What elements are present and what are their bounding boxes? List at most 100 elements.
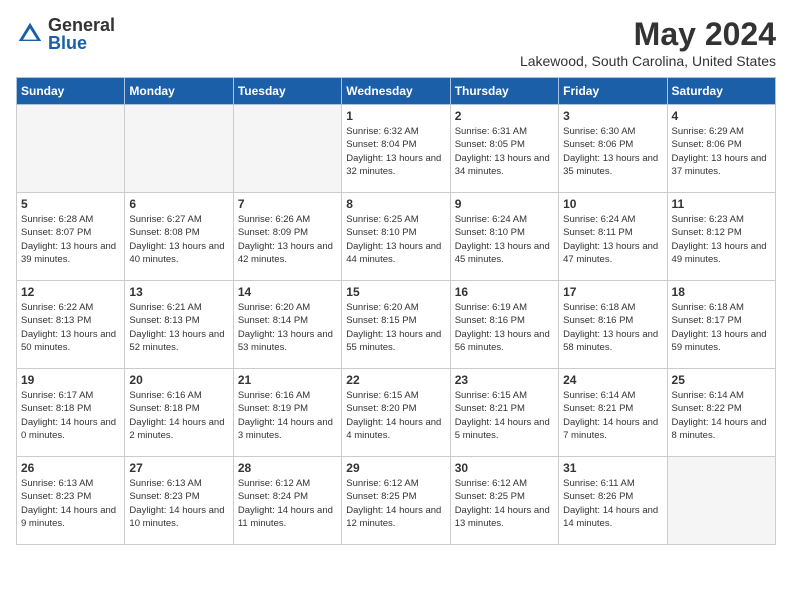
- day-number: 8: [346, 197, 445, 211]
- calendar-day: [233, 105, 341, 193]
- calendar-day: 18Sunrise: 6:18 AMSunset: 8:17 PMDayligh…: [667, 281, 775, 369]
- day-info: Sunrise: 6:11 AMSunset: 8:26 PMDaylight:…: [563, 477, 662, 530]
- day-number: 20: [129, 373, 228, 387]
- day-info: Sunrise: 6:21 AMSunset: 8:13 PMDaylight:…: [129, 301, 228, 354]
- day-info: Sunrise: 6:12 AMSunset: 8:25 PMDaylight:…: [455, 477, 554, 530]
- day-info: Sunrise: 6:20 AMSunset: 8:15 PMDaylight:…: [346, 301, 445, 354]
- calendar-day: 2Sunrise: 6:31 AMSunset: 8:05 PMDaylight…: [450, 105, 558, 193]
- calendar-day: [667, 457, 775, 545]
- calendar-day: 27 Sunrise: 6:13 AMSunset: 8:23 PMDayligh…: [125, 457, 233, 545]
- header-sunday: Sunday: [17, 78, 125, 105]
- day-number: 29: [346, 461, 445, 475]
- day-info: Sunrise: 6:29 AMSunset: 8:06 PMDaylight:…: [672, 125, 771, 178]
- calendar-day: 24 Sunrise: 6:14 AMSunset: 8:21 PMDayligh…: [559, 369, 667, 457]
- header-saturday: Saturday: [667, 78, 775, 105]
- header-monday: Monday: [125, 78, 233, 105]
- calendar-day: 30 Sunrise: 6:12 AMSunset: 8:25 PMDayligh…: [450, 457, 558, 545]
- calendar-day: 7Sunrise: 6:26 AMSunset: 8:09 PMDaylight…: [233, 193, 341, 281]
- day-info: Sunrise: 6:31 AMSunset: 8:05 PMDaylight:…: [455, 125, 554, 178]
- day-number: 12: [21, 285, 120, 299]
- day-number: 18: [672, 285, 771, 299]
- day-info: Sunrise: 6:15 AMSunset: 8:20 PMDaylight:…: [346, 389, 445, 442]
- day-number: 25: [672, 373, 771, 387]
- day-number: 30: [455, 461, 554, 475]
- calendar-day: 31 Sunrise: 6:11 AMSunset: 8:26 PMDayligh…: [559, 457, 667, 545]
- day-info: Sunrise: 6:23 AMSunset: 8:12 PMDaylight:…: [672, 213, 771, 266]
- calendar-day: [17, 105, 125, 193]
- day-info: Sunrise: 6:12 AMSunset: 8:24 PMDaylight:…: [238, 477, 337, 530]
- calendar-day: 10 Sunrise: 6:24 AMSunset: 8:11 PMDayligh…: [559, 193, 667, 281]
- calendar-day: 15 Sunrise: 6:20 AMSunset: 8:15 PMDayligh…: [342, 281, 450, 369]
- page-header: General Blue May 2024 Lakewood, South Ca…: [16, 16, 776, 69]
- calendar-week-row: 12 Sunrise: 6:22 AMSunset: 8:13 PMDayligh…: [17, 281, 776, 369]
- day-number: 3: [563, 109, 662, 123]
- day-info: Sunrise: 6:13 AMSunset: 8:23 PMDaylight:…: [129, 477, 228, 530]
- day-info: Sunrise: 6:15 AMSunset: 8:21 PMDaylight:…: [455, 389, 554, 442]
- calendar-day: 6 Sunrise: 6:27 AMSunset: 8:08 PMDaylight…: [125, 193, 233, 281]
- calendar-day: 19 Sunrise: 6:17 AMSunset: 8:18 PMDayligh…: [17, 369, 125, 457]
- calendar-day: 28 Sunrise: 6:12 AMSunset: 8:24 PMDayligh…: [233, 457, 341, 545]
- calendar-week-row: 19 Sunrise: 6:17 AMSunset: 8:18 PMDayligh…: [17, 369, 776, 457]
- day-info: Sunrise: 6:32 AMSunset: 8:04 PMDaylight:…: [346, 125, 445, 178]
- calendar-table: Sunday Monday Tuesday Wednesday Thursday…: [16, 77, 776, 545]
- calendar-day: 23Sunrise: 6:15 AMSunset: 8:21 PMDayligh…: [450, 369, 558, 457]
- day-info: Sunrise: 6:27 AMSunset: 8:08 PMDaylight:…: [129, 213, 228, 266]
- calendar-day: 14 Sunrise: 6:20 AMSunset: 8:14 PMDayligh…: [233, 281, 341, 369]
- day-info: Sunrise: 6:22 AMSunset: 8:13 PMDaylight:…: [21, 301, 120, 354]
- day-info: Sunrise: 6:26 AMSunset: 8:09 PMDaylight:…: [238, 213, 337, 266]
- day-info: Sunrise: 6:20 AMSunset: 8:14 PMDaylight:…: [238, 301, 337, 354]
- day-info: Sunrise: 6:28 AMSunset: 8:07 PMDaylight:…: [21, 213, 120, 266]
- calendar-week-row: 1 Sunrise: 6:32 AMSunset: 8:04 PMDaylight…: [17, 105, 776, 193]
- day-info: Sunrise: 6:14 AMSunset: 8:21 PMDaylight:…: [563, 389, 662, 442]
- day-number: 22: [346, 373, 445, 387]
- calendar-day: 1 Sunrise: 6:32 AMSunset: 8:04 PMDaylight…: [342, 105, 450, 193]
- calendar-week-row: 26 Sunrise: 6:13 AMSunset: 8:23 PMDayligh…: [17, 457, 776, 545]
- location: Lakewood, South Carolina, United States: [520, 53, 776, 69]
- day-number: 31: [563, 461, 662, 475]
- day-number: 14: [238, 285, 337, 299]
- calendar-header: Sunday Monday Tuesday Wednesday Thursday…: [17, 78, 776, 105]
- calendar-day: 25Sunrise: 6:14 AMSunset: 8:22 PMDayligh…: [667, 369, 775, 457]
- header-friday: Friday: [559, 78, 667, 105]
- day-number: 11: [672, 197, 771, 211]
- day-info: Sunrise: 6:12 AMSunset: 8:25 PMDaylight:…: [346, 477, 445, 530]
- weekday-header-row: Sunday Monday Tuesday Wednesday Thursday…: [17, 78, 776, 105]
- day-info: Sunrise: 6:30 AMSunset: 8:06 PMDaylight:…: [563, 125, 662, 178]
- title-block: May 2024 Lakewood, South Carolina, Unite…: [520, 16, 776, 69]
- day-number: 4: [672, 109, 771, 123]
- day-info: Sunrise: 6:16 AMSunset: 8:18 PMDaylight:…: [129, 389, 228, 442]
- day-number: 28: [238, 461, 337, 475]
- day-number: 13: [129, 285, 228, 299]
- day-number: 9: [455, 197, 554, 211]
- day-number: 15: [346, 285, 445, 299]
- calendar-day: 13 Sunrise: 6:21 AMSunset: 8:13 PMDayligh…: [125, 281, 233, 369]
- day-info: Sunrise: 6:24 AMSunset: 8:10 PMDaylight:…: [455, 213, 554, 266]
- day-number: 27: [129, 461, 228, 475]
- day-info: Sunrise: 6:13 AMSunset: 8:23 PMDaylight:…: [21, 477, 120, 530]
- day-number: 10: [563, 197, 662, 211]
- day-number: 6: [129, 197, 228, 211]
- day-info: Sunrise: 6:18 AMSunset: 8:16 PMDaylight:…: [563, 301, 662, 354]
- calendar-day: 12 Sunrise: 6:22 AMSunset: 8:13 PMDayligh…: [17, 281, 125, 369]
- calendar-day: 11 Sunrise: 6:23 AMSunset: 8:12 PMDayligh…: [667, 193, 775, 281]
- day-number: 1: [346, 109, 445, 123]
- header-tuesday: Tuesday: [233, 78, 341, 105]
- day-number: 26: [21, 461, 120, 475]
- day-number: 19: [21, 373, 120, 387]
- logo-icon: [16, 20, 44, 48]
- month-year: May 2024: [520, 16, 776, 53]
- calendar-day: 5Sunrise: 6:28 AMSunset: 8:07 PMDaylight…: [17, 193, 125, 281]
- day-number: 17: [563, 285, 662, 299]
- logo-text: General Blue: [48, 16, 115, 52]
- day-number: 24: [563, 373, 662, 387]
- calendar-day: 16Sunrise: 6:19 AMSunset: 8:16 PMDayligh…: [450, 281, 558, 369]
- calendar-day: 17 Sunrise: 6:18 AMSunset: 8:16 PMDayligh…: [559, 281, 667, 369]
- calendar-day: 20 Sunrise: 6:16 AMSunset: 8:18 PMDayligh…: [125, 369, 233, 457]
- day-number: 21: [238, 373, 337, 387]
- day-info: Sunrise: 6:17 AMSunset: 8:18 PMDaylight:…: [21, 389, 120, 442]
- day-info: Sunrise: 6:24 AMSunset: 8:11 PMDaylight:…: [563, 213, 662, 266]
- calendar-day: 8 Sunrise: 6:25 AMSunset: 8:10 PMDaylight…: [342, 193, 450, 281]
- day-info: Sunrise: 6:25 AMSunset: 8:10 PMDaylight:…: [346, 213, 445, 266]
- calendar-day: 9 Sunrise: 6:24 AMSunset: 8:10 PMDaylight…: [450, 193, 558, 281]
- calendar-day: [125, 105, 233, 193]
